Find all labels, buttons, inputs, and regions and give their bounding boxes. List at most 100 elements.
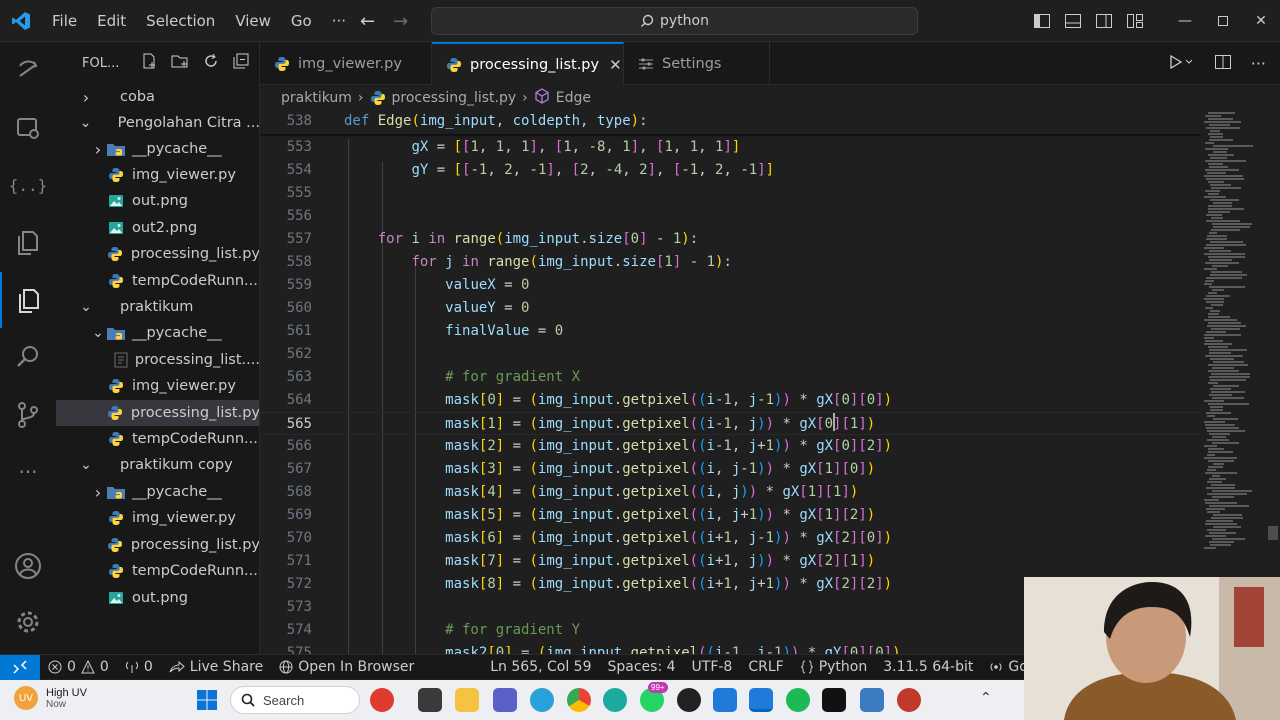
- code-line[interactable]: 570 mask[6] = (img_input.getpixel((i+1, …: [260, 527, 1200, 550]
- telegram-icon[interactable]: [530, 688, 554, 712]
- tree-item[interactable]: tempCodeRunn...: [56, 558, 259, 584]
- refresh-icon[interactable]: [203, 53, 219, 73]
- tree-item[interactable]: img_viewer.py: [56, 162, 259, 188]
- minimap[interactable]: [1200, 110, 1266, 654]
- source-control-icon[interactable]: [0, 387, 56, 443]
- weather-widget[interactable]: UV High UV Now: [14, 686, 87, 710]
- tree-item[interactable]: processing_list.py: [56, 241, 259, 267]
- breadcrumb-symbol[interactable]: Edge: [556, 90, 591, 106]
- maximize-icon[interactable]: [1204, 0, 1242, 42]
- tree-item[interactable]: processing_list....: [56, 347, 259, 373]
- whatsapp-icon[interactable]: 99+: [640, 682, 668, 712]
- chevron-down-icon[interactable]: ⌄: [78, 457, 94, 473]
- menu-file[interactable]: File: [42, 12, 87, 30]
- menu-view[interactable]: View: [225, 12, 281, 30]
- manage-gear-icon[interactable]: [0, 594, 56, 650]
- breadcrumb-folder[interactable]: praktikum: [281, 90, 352, 106]
- code-line[interactable]: 565 mask[1] = (img_input.getpixel((i-1, …: [260, 412, 1200, 435]
- tree-item[interactable]: processing_list.py: [56, 532, 259, 558]
- spotify-icon[interactable]: [786, 688, 810, 712]
- open-in-browser-button[interactable]: Open In Browser: [271, 659, 422, 675]
- app-icon-terminal[interactable]: [418, 688, 442, 712]
- account-icon[interactable]: [0, 538, 56, 594]
- json-icon[interactable]: {..}: [0, 157, 56, 213]
- code-line[interactable]: 560 valueY = 0: [260, 297, 1200, 320]
- tree-item[interactable]: img_viewer.py: [56, 505, 259, 531]
- more-actions-icon[interactable]: ···: [1251, 54, 1266, 73]
- tree-item[interactable]: ⌄ praktikum: [56, 294, 259, 320]
- python-app-icon[interactable]: [860, 688, 884, 712]
- media-player-icon[interactable]: [677, 688, 701, 712]
- code-line[interactable]: 557 for i in range(img_input.size[0] - 1…: [260, 228, 1200, 251]
- chevron-down-icon[interactable]: ⌄: [90, 325, 106, 341]
- end-of-line[interactable]: CRLF: [740, 659, 791, 675]
- remote-explorer-icon[interactable]: [0, 100, 56, 156]
- close-window-icon[interactable]: ✕: [1242, 0, 1280, 42]
- tree-item[interactable]: ⌄ Pengolahan Citra ...: [56, 110, 259, 136]
- code-line[interactable]: 562: [260, 343, 1200, 366]
- code-editor[interactable]: 538 def Edge(img_input, coldepth, type): 5…: [260, 110, 1200, 654]
- new-file-icon[interactable]: [141, 53, 157, 73]
- chrome-icon[interactable]: [567, 688, 591, 712]
- code-line[interactable]: 571 mask[7] = (img_input.getpixel((i+1, …: [260, 550, 1200, 573]
- sticky-scroll-line[interactable]: 538 def Edge(img_input, coldepth, type):: [260, 110, 1200, 133]
- chevron-right-icon[interactable]: ›: [78, 88, 94, 107]
- app-icon-flowers[interactable]: [370, 688, 394, 712]
- tab-settings[interactable]: Settings: [624, 42, 770, 85]
- taskbar-search[interactable]: Search: [230, 686, 360, 714]
- toggle-secondary-sidebar-icon[interactable]: [1088, 0, 1119, 42]
- chevron-down-icon[interactable]: ⌄: [78, 299, 94, 315]
- teams-icon[interactable]: [493, 688, 517, 712]
- menu-edit[interactable]: Edit: [87, 12, 136, 30]
- run-debug-icon[interactable]: [0, 42, 56, 98]
- code-line[interactable]: 568 mask[4] = (img_input.getpixel((i, j)…: [260, 481, 1200, 504]
- chevron-right-icon[interactable]: ›: [90, 483, 106, 502]
- minimize-icon[interactable]: —: [1166, 0, 1204, 42]
- vscode-taskbar-icon[interactable]: [749, 688, 773, 712]
- breadcrumb-file[interactable]: processing_list.py: [392, 90, 517, 106]
- toggle-panel-icon[interactable]: [1057, 0, 1088, 42]
- tree-item[interactable]: out.png: [56, 585, 259, 611]
- more-views-icon[interactable]: ···: [0, 444, 56, 500]
- tree-item[interactable]: tempCodeRunn...: [56, 268, 259, 294]
- code-line[interactable]: 553 gX = [[1, 1, 1], [1, -8, 1], [1, 1, …: [260, 136, 1200, 159]
- vertical-scrollbar[interactable]: [1266, 110, 1280, 654]
- code-line[interactable]: 566 mask[2] = (img_input.getpixel((i-1, …: [260, 435, 1200, 458]
- file-explorer-icon[interactable]: [455, 688, 479, 712]
- tab-processing-list[interactable]: processing_list.py ✕: [432, 42, 624, 85]
- chevron-right-icon[interactable]: ›: [90, 140, 106, 159]
- code-line[interactable]: 563 # for gradient X: [260, 366, 1200, 389]
- split-editor-icon[interactable]: [1214, 54, 1231, 73]
- encoding[interactable]: UTF-8: [684, 659, 741, 675]
- ports-indicator[interactable]: 0: [117, 659, 161, 675]
- menu-selection[interactable]: Selection: [136, 12, 225, 30]
- customize-layout-icon[interactable]: [1119, 0, 1150, 42]
- code-line[interactable]: 569 mask[5] = (img_input.getpixel((i, j+…: [260, 504, 1200, 527]
- code-line[interactable]: 556: [260, 205, 1200, 228]
- tab-img-viewer[interactable]: img_viewer.py: [260, 42, 432, 85]
- indentation[interactable]: Spaces: 4: [600, 659, 684, 675]
- code-line[interactable]: 567 mask[3] = (img_input.getpixel((i, j-…: [260, 458, 1200, 481]
- code-line[interactable]: 561 finalValue = 0: [260, 320, 1200, 343]
- collapse-all-icon[interactable]: [233, 53, 249, 73]
- menu-more[interactable]: ···: [322, 12, 356, 30]
- tree-item[interactable]: processing_list.py: [56, 400, 259, 426]
- tree-item[interactable]: out.png: [56, 188, 259, 214]
- run-file-icon[interactable]: [1169, 54, 1195, 74]
- tree-item[interactable]: › coba: [56, 84, 259, 110]
- tree-item[interactable]: › __pycache__: [56, 136, 259, 162]
- code-line[interactable]: 558 for j in range(img_input.size[1] - 1…: [260, 251, 1200, 274]
- tree-item[interactable]: out2.png: [56, 215, 259, 241]
- app-icon-red[interactable]: [897, 688, 921, 712]
- audio-app-icon[interactable]: [822, 688, 846, 712]
- code-line[interactable]: 559 valueX = 0: [260, 274, 1200, 297]
- back-arrow-icon[interactable]: ←: [360, 11, 375, 32]
- toggle-sidebar-icon[interactable]: [1026, 0, 1057, 42]
- language-mode[interactable]: Python: [792, 659, 876, 675]
- explorer-icon[interactable]: [0, 272, 56, 328]
- new-folder-icon[interactable]: [171, 53, 189, 73]
- edge-icon[interactable]: [603, 688, 627, 712]
- store-icon[interactable]: [713, 688, 737, 712]
- code-line[interactable]: 554 gY = [[-1, 2, -1], [2, -4, 2], [-1, …: [260, 159, 1200, 182]
- tree-item[interactable]: ⌄ __pycache__: [56, 320, 259, 346]
